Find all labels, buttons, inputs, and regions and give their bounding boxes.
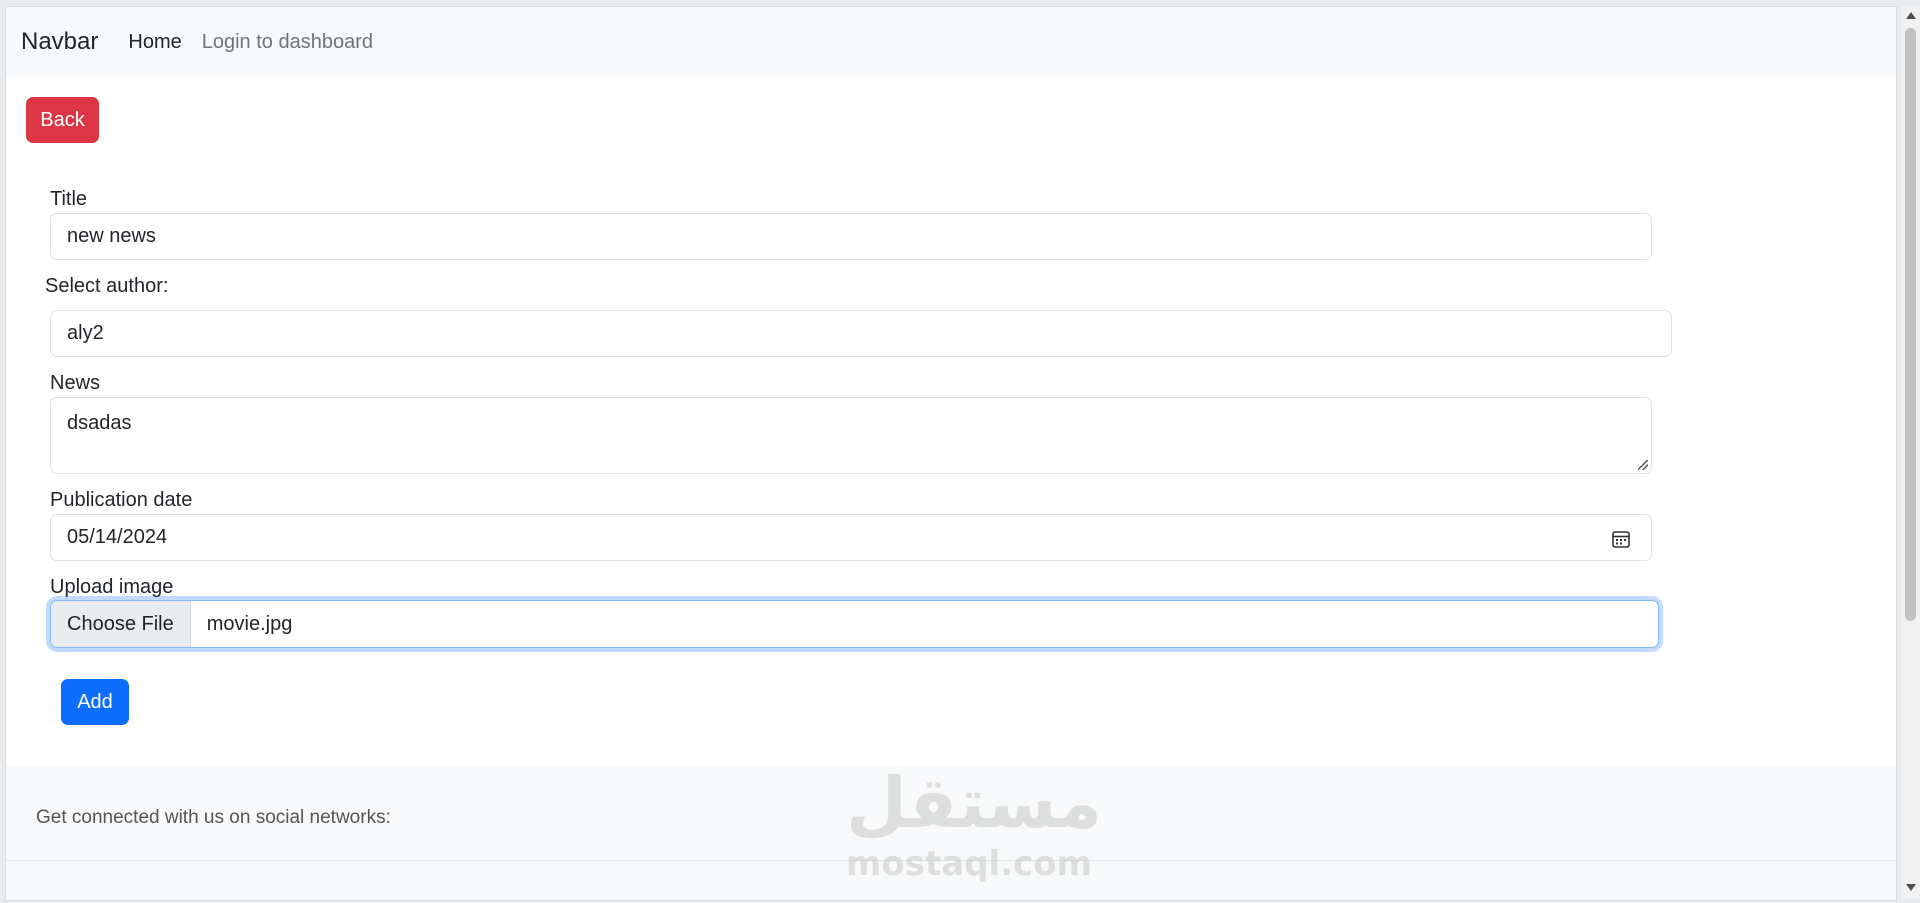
watermark-url: mostaql.com	[846, 844, 1093, 884]
scrollbar-thumb[interactable]	[1905, 28, 1916, 621]
upload-image-label: Upload image	[50, 576, 174, 598]
publication-date-value: 05/14/2024	[67, 526, 168, 548]
add-button[interactable]: Add	[61, 679, 129, 725]
author-select-value: aly2	[67, 322, 104, 344]
footer-social-text: Get connected with us on social networks…	[36, 807, 391, 828]
scroll-down-arrow-icon[interactable]	[1906, 884, 1916, 891]
calendar-icon[interactable]	[1611, 529, 1631, 549]
nav-link-home[interactable]: Home	[128, 31, 181, 54]
news-label: News	[50, 372, 101, 394]
news-textarea-value: dsadas	[67, 412, 132, 434]
watermark-logo: مستقل	[846, 762, 1103, 844]
back-button[interactable]: Back	[26, 97, 99, 143]
selected-file-name: movie.jpg	[206, 612, 293, 635]
navbar-brand[interactable]: Navbar	[21, 28, 98, 56]
nav-link-login-dashboard[interactable]: Login to dashboard	[202, 31, 373, 54]
navbar: Navbar Home Login to dashboard	[6, 7, 1896, 77]
upload-image-input[interactable]: Choose File movie.jpg	[50, 600, 1659, 648]
scroll-up-arrow-icon[interactable]	[1906, 12, 1916, 19]
title-input[interactable]: new news	[50, 213, 1652, 260]
title-input-value: new news	[67, 225, 156, 247]
author-label: Select author:	[45, 275, 169, 297]
mostaql-watermark: مستقل mostaql.com	[846, 762, 1103, 884]
news-textarea[interactable]: dsadas	[50, 397, 1652, 474]
vertical-scrollbar[interactable]	[1901, 6, 1920, 899]
choose-file-button[interactable]: Choose File	[51, 601, 191, 647]
publication-date-input[interactable]: 05/14/2024	[50, 514, 1652, 561]
author-select[interactable]: aly2	[50, 310, 1672, 357]
title-label: Title	[50, 188, 88, 210]
publication-date-label: Publication date	[50, 489, 193, 511]
resize-grip-icon[interactable]	[1638, 460, 1648, 470]
browser-viewport: Navbar Home Login to dashboard Back Titl…	[5, 6, 1897, 901]
